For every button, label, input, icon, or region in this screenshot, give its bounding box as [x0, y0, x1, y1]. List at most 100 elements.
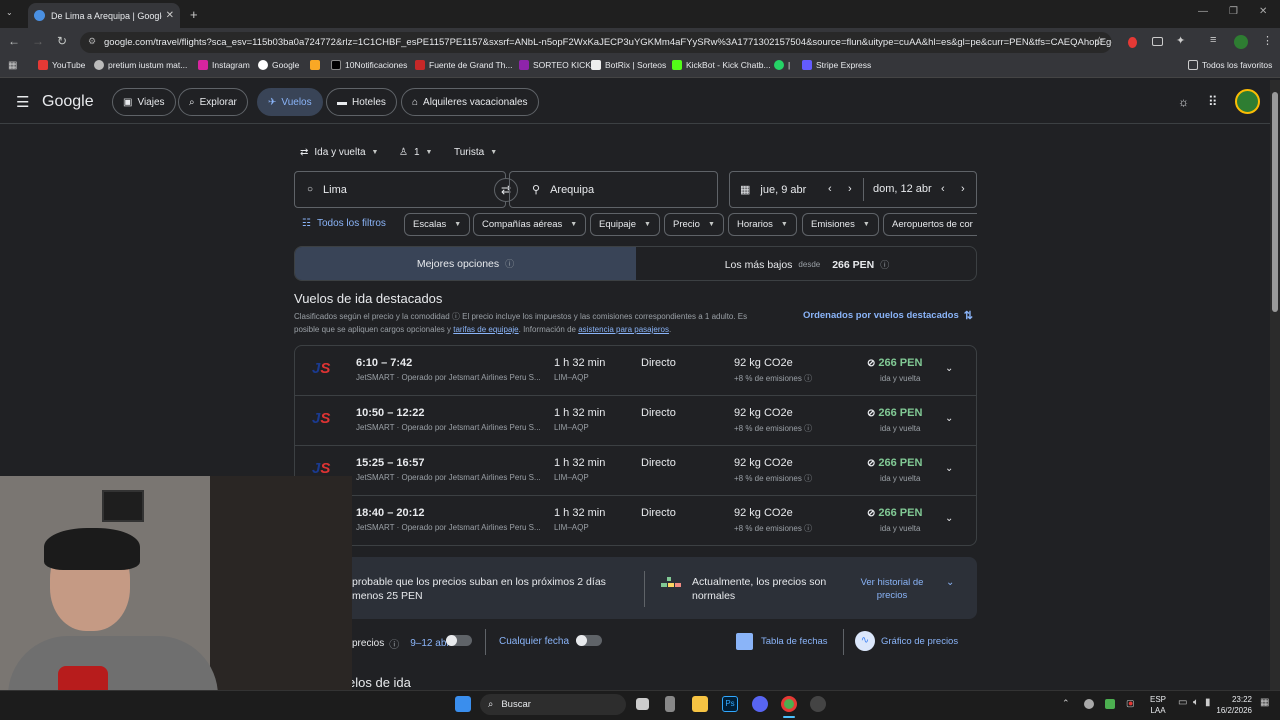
task-view-icon[interactable] — [636, 698, 649, 710]
info-icon[interactable]: ⓘ — [880, 258, 889, 271]
windows-start-icon[interactable] — [455, 696, 471, 712]
filter-precio[interactable]: Precio ▼ — [664, 213, 724, 236]
language-indicator[interactable]: ESP LAA — [1150, 694, 1166, 716]
bookmark-pretium[interactable]: pretium iustum mat... — [94, 60, 187, 70]
bookmark-star-icon[interactable]: ☆ — [1094, 34, 1105, 48]
clock[interactable]: 23:22 16/2/2026 — [1214, 694, 1252, 716]
bookmark-instagram[interactable]: Instagram — [198, 60, 250, 70]
restore-button[interactable]: ❐ — [1229, 6, 1238, 17]
extension-icon[interactable] — [1152, 37, 1163, 46]
microphone-icon[interactable]: ● — [1128, 698, 1133, 708]
tray-app-icon[interactable] — [1105, 699, 1115, 709]
nav-viajes[interactable]: ▣ Viajes — [112, 88, 176, 116]
price-history-link[interactable]: Ver historial de precios — [852, 576, 932, 602]
bookmark-whatsapp[interactable]: | — [774, 60, 790, 70]
filter-escalas[interactable]: Escalas ▼ — [404, 213, 471, 236]
nav-hoteles[interactable]: ▬ Hoteles — [326, 88, 397, 116]
depart-next-icon[interactable]: › — [848, 183, 852, 195]
filter-emisiones[interactable]: Emisiones ▼ — [802, 213, 879, 236]
bookmark-colorful[interactable] — [310, 60, 324, 70]
expand-chevron-icon[interactable]: ⌄ — [945, 463, 953, 474]
info-icon[interactable]: ⓘ — [804, 474, 812, 483]
expand-chevron-icon[interactable]: ⌄ — [946, 577, 954, 588]
bookmark-botrix[interactable]: BotRix | Sorteos — [591, 60, 666, 70]
bookmark-youtube[interactable]: YouTube — [38, 60, 85, 70]
back-icon[interactable]: ← — [5, 34, 23, 48]
extension-red-icon[interactable] — [1128, 37, 1137, 48]
return-next-icon[interactable]: › — [961, 183, 965, 195]
close-tab-icon[interactable]: ✕ — [166, 10, 174, 21]
tray-chevron-icon[interactable]: ⌃ — [1062, 698, 1070, 709]
flight-row[interactable]: JS 6:10 – 7:42 JetSMART · Operado por Je… — [295, 346, 976, 396]
browser-menu-icon[interactable]: ⋮ — [1262, 34, 1273, 47]
main-menu-icon[interactable]: ☰ — [16, 93, 29, 111]
bookmark-fonts[interactable]: Fuente de Grand Th... — [415, 60, 512, 70]
notifications-icon[interactable]: ▦ — [1260, 697, 1269, 708]
trip-type-select[interactable]: ⇄ Ida y vuelta ▼ — [300, 147, 378, 158]
dates-field[interactable]: ▦ jue, 9 abr — [729, 171, 977, 208]
flight-row[interactable]: JS 18:40 – 20:12 JetSMART · Operado por … — [295, 496, 976, 546]
filter-horarios[interactable]: Horarios ▼ — [728, 213, 797, 236]
tray-app-icon[interactable] — [1084, 699, 1094, 709]
price-graph-button[interactable]: ∿ Gráfico de precios — [855, 631, 958, 651]
nav-vuelos[interactable]: ✈ Vuelos — [257, 88, 323, 116]
return-date[interactable]: dom, 12 abr — [873, 183, 932, 195]
flight-row[interactable]: JS 15:25 – 16:57 JetSMART · Operado por … — [295, 446, 976, 496]
cabin-select[interactable]: Turista ▼ — [454, 147, 497, 158]
bookmark-stripe[interactable]: Stripe Express — [802, 60, 871, 70]
browser-tab[interactable]: De Lima a Arequipa | Google Vu ✕ — [28, 3, 180, 28]
tab-list-button[interactable]: ⌄ — [6, 8, 13, 17]
filter-aerolineas[interactable]: Compañías aéreas ▼ — [473, 213, 587, 236]
expand-chevron-icon[interactable]: ⌄ — [945, 413, 953, 424]
tab-best-options[interactable]: Mejores opciones ⓘ — [295, 247, 636, 280]
new-tab-button[interactable]: + — [190, 7, 198, 22]
phone-link-icon[interactable] — [665, 696, 675, 712]
nav-explorar[interactable]: ⌕ Explorar — [178, 88, 248, 116]
reading-list-icon[interactable]: ≡ — [1210, 34, 1216, 46]
profile-avatar-icon[interactable] — [1234, 35, 1248, 49]
filter-equipaje[interactable]: Equipaje ▼ — [590, 213, 660, 236]
bookmark-sorteo[interactable]: SORTEO KICK — [519, 60, 591, 70]
nav-alquileres[interactable]: ⌂ Alquileres vacacionales — [401, 88, 539, 116]
flight-row[interactable]: JS 10:50 – 12:22 JetSMART · Operado por … — [295, 396, 976, 446]
all-filters-button[interactable]: ☷ Todos los filtros — [302, 218, 386, 229]
battery-icon[interactable]: ▮ — [1205, 697, 1211, 708]
return-prev-icon[interactable]: ‹ — [941, 183, 945, 195]
taskbar-search[interactable]: ⌕ Buscar — [480, 694, 626, 715]
passenger-assistance-link[interactable]: asistencia para pasajeros — [578, 325, 669, 334]
network-icon[interactable]: ▭ — [1178, 697, 1187, 708]
depart-prev-icon[interactable]: ‹ — [828, 183, 832, 195]
info-icon[interactable]: ⓘ — [804, 524, 812, 533]
baggage-fees-link[interactable]: tarifas de equipaje — [453, 325, 518, 334]
info-icon[interactable]: ⓘ — [389, 636, 399, 651]
address-bar[interactable]: ⚙ google.com/travel/flights?sca_esv=115b… — [80, 32, 1112, 53]
expand-chevron-icon[interactable]: ⌄ — [945, 363, 953, 374]
extensions-puzzle-icon[interactable]: ✦ — [1176, 34, 1185, 47]
date-grid-button[interactable]: Tabla de fechas — [736, 633, 828, 650]
file-explorer-icon[interactable] — [692, 696, 708, 712]
volume-icon[interactable]: 🔈︎ — [1193, 697, 1199, 708]
tab-cheapest[interactable]: Los más bajos desde 266 PEN ⓘ — [636, 247, 976, 280]
destination-field[interactable]: ⚲ Arequipa — [509, 171, 718, 208]
account-avatar[interactable] — [1235, 89, 1260, 114]
info-icon[interactable]: ⓘ — [804, 424, 812, 433]
depart-date[interactable]: jue, 9 abr — [760, 184, 806, 196]
bookmark-kickbot[interactable]: KickBot - Kick Chatb... — [672, 60, 771, 70]
theme-toggle-icon[interactable]: ☼ — [1178, 95, 1189, 109]
minimize-button[interactable]: — — [1198, 6, 1208, 17]
scrollbar-thumb[interactable] — [1272, 92, 1278, 312]
close-window-button[interactable]: ✕ — [1259, 6, 1267, 17]
expand-chevron-icon[interactable]: ⌄ — [945, 513, 953, 524]
all-bookmarks-folder[interactable]: Todos los favoritos — [1188, 60, 1272, 70]
sort-order-button[interactable]: Ordenados por vuelos destacados ⇅ — [803, 309, 973, 322]
info-icon[interactable]: ⓘ — [452, 312, 460, 321]
reload-icon[interactable]: ↻ — [53, 34, 71, 48]
track-dates-toggle[interactable] — [446, 635, 472, 646]
chrome-icon[interactable] — [781, 696, 797, 712]
info-icon[interactable]: ⓘ — [505, 257, 514, 270]
apps-grid-icon[interactable]: ▦ — [8, 60, 17, 71]
passengers-select[interactable]: ♙ 1 ▼ — [399, 147, 432, 158]
google-apps-icon[interactable]: ⠿ — [1208, 94, 1218, 110]
forward-icon[interactable]: → — [29, 34, 47, 48]
bookmark-google[interactable]: Google — [258, 60, 299, 70]
